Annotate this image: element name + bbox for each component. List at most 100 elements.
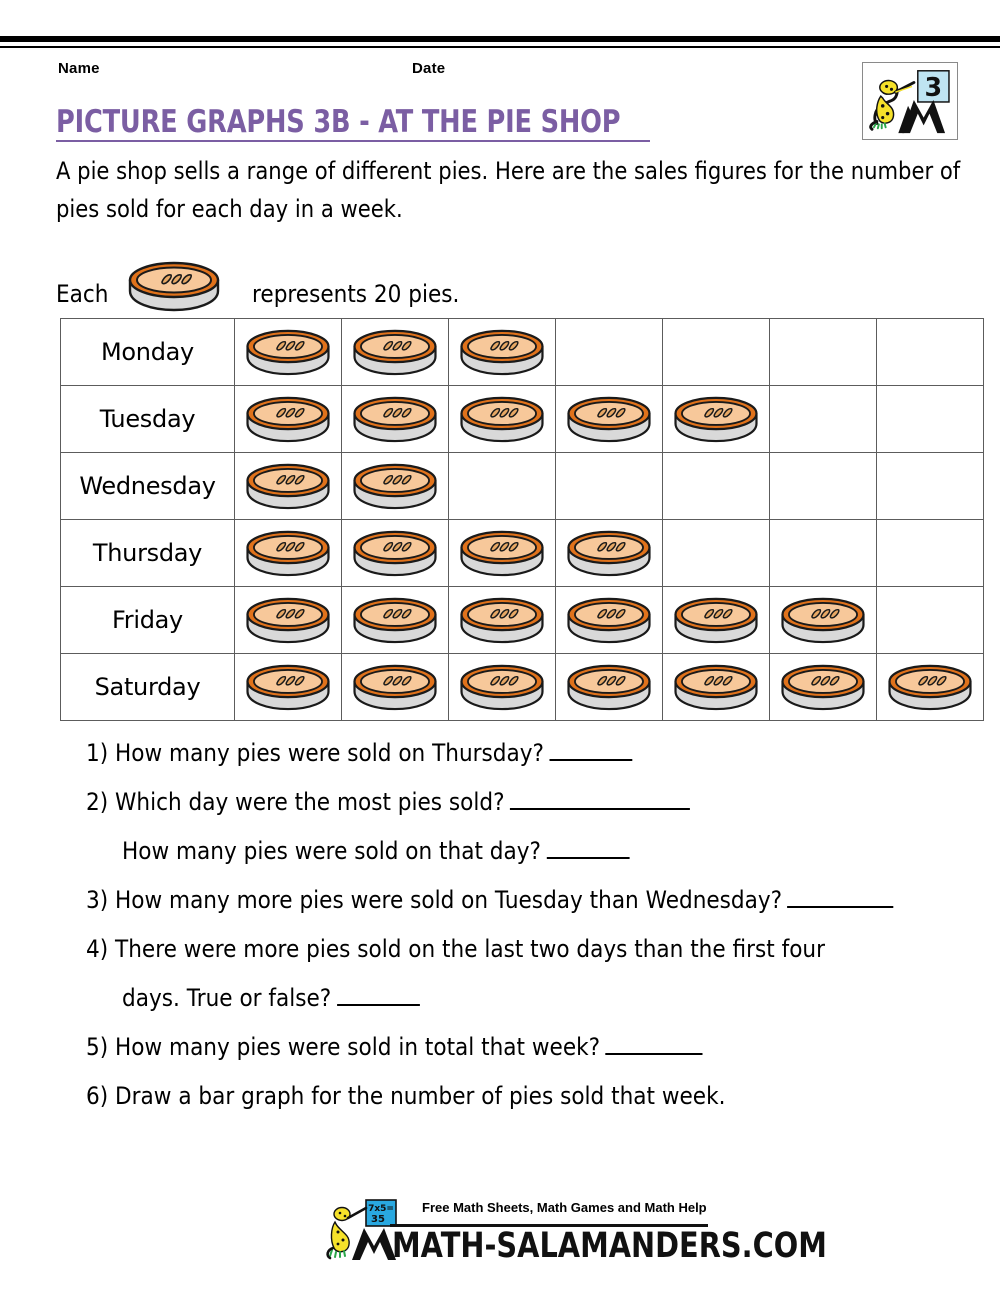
pie-icon-svg xyxy=(246,530,330,577)
pictograph-cell xyxy=(448,653,556,721)
pictograph-cell xyxy=(769,452,877,520)
pictograph-cell xyxy=(234,586,342,654)
pictograph-cell xyxy=(341,519,449,587)
pictograph-cell xyxy=(448,519,556,587)
page-title: PICTURE GRAPHS 3B - AT THE PIE SHOP xyxy=(56,104,621,140)
pie-icon xyxy=(456,594,548,646)
pie-icon-svg xyxy=(460,530,544,577)
pictograph-cell xyxy=(662,318,770,386)
question-text: How many pies were sold in total that we… xyxy=(115,1033,601,1061)
day-label-thursday: Thursday xyxy=(60,519,235,587)
pie-icon-svg xyxy=(674,396,758,443)
footer-board-line1: 7x5= xyxy=(368,1204,394,1214)
answer-blank[interactable] xyxy=(787,886,894,908)
pictograph-cell xyxy=(234,519,342,587)
answer-blank[interactable] xyxy=(336,984,420,1006)
pie-icon-svg xyxy=(888,664,972,711)
pie-icon xyxy=(349,527,441,579)
question-item: 6) Draw a bar graph for the number of pi… xyxy=(86,1081,995,1111)
pie-icon xyxy=(563,594,655,646)
answer-blank[interactable] xyxy=(549,739,633,761)
pictograph-cell xyxy=(555,653,663,721)
pictograph-cell xyxy=(662,452,770,520)
pictograph-cell xyxy=(769,519,877,587)
question-number: 5) xyxy=(86,1033,116,1061)
key-suffix-text: represents 20 pies. xyxy=(252,280,460,308)
pictograph-cell xyxy=(769,586,877,654)
pictograph-cell xyxy=(876,586,984,654)
answer-blank[interactable] xyxy=(509,788,690,810)
pie-icon-svg xyxy=(353,329,437,376)
pie-icon-svg xyxy=(781,597,865,644)
question-text: days. True or false? xyxy=(122,984,332,1012)
key-prefix-text: Each xyxy=(56,280,109,308)
question-item: 3) How many more pies were sold on Tuesd… xyxy=(86,885,995,915)
question-item: 2) Which day were the most pies sold? xyxy=(86,787,995,817)
pie-icon xyxy=(456,393,548,445)
page-top-rule xyxy=(0,36,1000,44)
day-label-tuesday: Tuesday xyxy=(60,385,235,453)
pie-icon xyxy=(242,393,334,445)
pie-icon xyxy=(349,661,441,713)
question-number: 6) xyxy=(86,1082,116,1110)
pie-icon xyxy=(456,527,548,579)
pictograph-cell xyxy=(234,318,342,386)
question-item: 4) There were more pies sold on the last… xyxy=(86,934,995,964)
question-number: 1) xyxy=(86,739,116,767)
pictograph-cell xyxy=(448,586,556,654)
pie-icon xyxy=(242,527,334,579)
pie-icon-svg xyxy=(567,664,651,711)
pictograph-table-body: Monday Tuesday Wednesday Thursday Friday Satu… xyxy=(60,318,984,721)
pictograph-cell xyxy=(769,653,877,721)
pie-icon xyxy=(349,393,441,445)
pictograph-cell xyxy=(769,385,877,453)
pictograph-cell xyxy=(662,586,770,654)
table-row: Friday xyxy=(60,586,984,654)
pictograph-cell xyxy=(341,385,449,453)
pictograph-cell xyxy=(555,452,663,520)
pictograph-cell xyxy=(234,385,342,453)
pie-icon xyxy=(777,594,869,646)
day-label-saturday: Saturday xyxy=(60,653,235,721)
pie-icon-svg xyxy=(353,463,437,510)
day-label-wednesday: Wednesday xyxy=(60,452,235,520)
pictograph-cell xyxy=(234,452,342,520)
question-number: 4) xyxy=(86,935,116,963)
pie-icon xyxy=(563,527,655,579)
pictograph-cell xyxy=(555,318,663,386)
pie-icon-svg xyxy=(246,463,330,510)
pictograph-cell xyxy=(341,452,449,520)
title-underline xyxy=(56,140,650,142)
answer-blank[interactable] xyxy=(546,837,630,859)
pictograph-cell xyxy=(662,653,770,721)
pie-icon-svg xyxy=(353,664,437,711)
corner-level-logo: 3 xyxy=(862,62,958,140)
table-row: Thursday xyxy=(60,519,984,587)
question-text: How many more pies were sold on Tuesday … xyxy=(115,886,783,914)
pictograph-cell xyxy=(448,452,556,520)
name-label: Name xyxy=(58,60,100,77)
table-row: Tuesday xyxy=(60,385,984,453)
pie-icon xyxy=(456,326,548,378)
table-row: Monday xyxy=(60,318,984,386)
key-legend: Each represents 20 pies. xyxy=(56,261,483,322)
pie-icon-svg xyxy=(460,396,544,443)
question-text: How many pies were sold on Thursday? xyxy=(115,739,545,767)
footer-domain-text[interactable]: MATH-SALAMANDERS.COM xyxy=(392,1226,827,1266)
salamander-level-icon: 3 xyxy=(869,70,950,134)
pie-icon xyxy=(670,661,762,713)
pie-icon xyxy=(670,594,762,646)
question-text: Draw a bar graph for the number of pies … xyxy=(115,1082,726,1110)
pictograph-cell xyxy=(448,385,556,453)
question-text: Which day were the most pies sold? xyxy=(115,788,505,816)
pictograph-cell xyxy=(876,452,984,520)
pictograph-cell xyxy=(876,653,984,721)
pictograph-cell xyxy=(876,519,984,587)
pie-icon xyxy=(349,460,441,512)
question-number: 3) xyxy=(86,886,116,914)
pie-icon-svg xyxy=(246,664,330,711)
pie-icon xyxy=(242,594,334,646)
pie-icon xyxy=(670,393,762,445)
answer-blank[interactable] xyxy=(605,1033,703,1055)
pie-icon-svg xyxy=(460,597,544,644)
